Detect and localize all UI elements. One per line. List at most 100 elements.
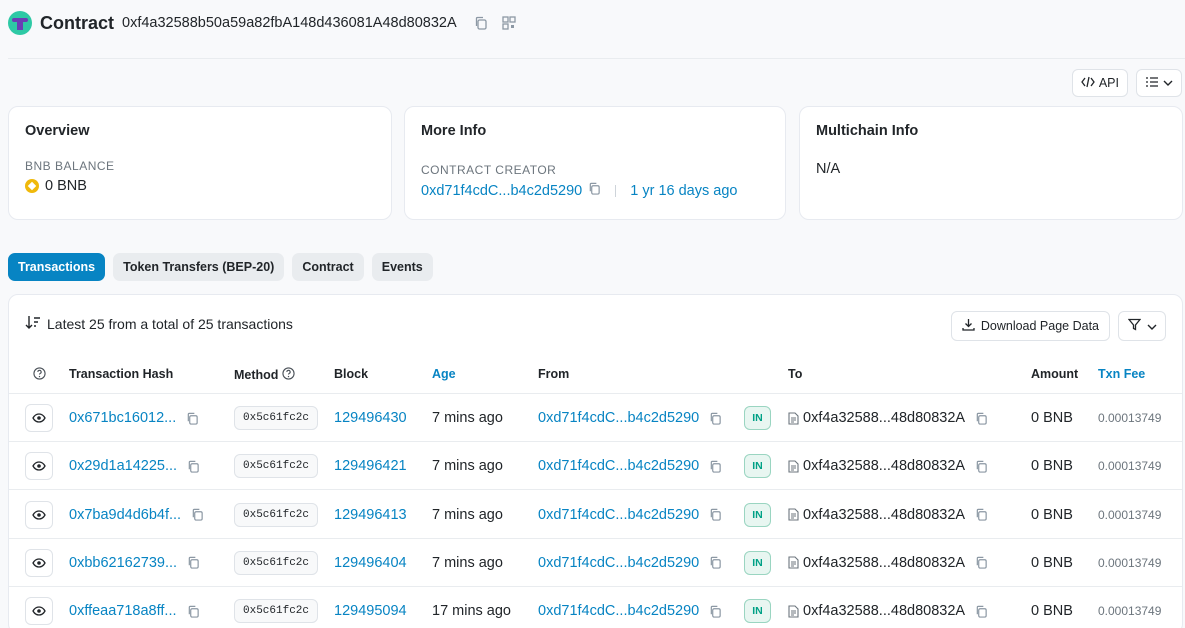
- divider: [615, 184, 617, 197]
- method-badge: 0x5c61fc2c: [234, 454, 318, 479]
- api-button[interactable]: API: [1071, 69, 1128, 97]
- creator-address-link[interactable]: 0xd71f4cdC...b4c2d5290: [421, 183, 582, 199]
- contract-logo-icon: [8, 11, 32, 35]
- tab-token-transfers[interactable]: Token Transfers (BEP-20): [113, 253, 285, 281]
- method-badge: 0x5c61fc2c: [234, 599, 318, 624]
- contract-address: 0xf4a32588b50a59a82fbA148d436081A48d8083…: [122, 15, 457, 31]
- txn-fee-value: 0.00013749: [1098, 555, 1162, 570]
- eye-icon[interactable]: [25, 452, 53, 481]
- table-row: 0x671bc16012... 0x5c61fc2c 129496430 7 m…: [9, 394, 1182, 442]
- contract-doc-icon: [788, 460, 799, 473]
- sort-icon[interactable]: [25, 315, 41, 332]
- more-options-button[interactable]: [1136, 69, 1182, 97]
- contract-doc-icon: [788, 508, 799, 521]
- table-row: 0x29d1a14225... 0x5c61fc2c 129496421 7 m…: [9, 442, 1182, 491]
- column-block: Block: [334, 367, 369, 381]
- copy-icon[interactable]: [709, 460, 722, 473]
- help-icon[interactable]: [33, 367, 46, 380]
- txn-fee-value: 0.00013749: [1098, 459, 1162, 474]
- multichain-title: Multichain Info: [816, 123, 919, 139]
- copy-icon[interactable]: [191, 508, 204, 521]
- txn-fee-value: 0.00013749: [1098, 411, 1162, 425]
- amount-value: 0 BNB: [1031, 458, 1073, 475]
- copy-icon[interactable]: [975, 508, 988, 521]
- tx-hash-link[interactable]: 0x7ba9d4d6b4f...: [69, 507, 181, 523]
- copy-icon[interactable]: [975, 412, 988, 425]
- tab-contract[interactable]: Contract: [292, 253, 364, 281]
- tx-hash-link[interactable]: 0x29d1a14225...: [69, 458, 177, 474]
- copy-icon[interactable]: [975, 605, 988, 618]
- to-address: 0xf4a32588...48d80832A: [803, 603, 966, 620]
- from-address-link[interactable]: 0xd71f4cdC...b4c2d5290: [538, 603, 699, 619]
- eye-icon[interactable]: [25, 548, 53, 577]
- table-row: 0xffeaa718a8ff... 0x5c61fc2c 129495094 1…: [9, 587, 1182, 628]
- copy-icon[interactable]: [709, 412, 722, 425]
- copy-icon[interactable]: [473, 15, 489, 31]
- qr-code-icon[interactable]: [501, 15, 517, 31]
- info-icon[interactable]: [282, 367, 296, 383]
- code-icon: [1081, 76, 1095, 91]
- tx-hash-link[interactable]: 0xbb62162739...: [69, 555, 177, 571]
- from-address-link[interactable]: 0xd71f4cdC...b4c2d5290: [538, 410, 699, 426]
- to-address: 0xf4a32588...48d80832A: [803, 410, 966, 426]
- filter-button[interactable]: [1118, 311, 1166, 341]
- more-info-title: More Info: [421, 123, 487, 139]
- contract-doc-icon: [788, 556, 799, 569]
- tx-age: 7 mins ago: [432, 458, 503, 475]
- block-link[interactable]: 129495094: [334, 603, 407, 619]
- tx-hash-link[interactable]: 0x671bc16012...: [69, 410, 176, 426]
- copy-icon[interactable]: [709, 508, 722, 521]
- from-address-link[interactable]: 0xd71f4cdC...b4c2d5290: [538, 555, 699, 571]
- copy-icon[interactable]: [187, 605, 200, 618]
- tx-hash-link[interactable]: 0xffeaa718a8ff...: [69, 603, 177, 619]
- copy-icon[interactable]: [975, 460, 988, 473]
- direction-badge: IN: [744, 599, 771, 624]
- copy-icon[interactable]: [187, 556, 200, 570]
- summary-text: Latest 25 from a total of 25 transaction…: [47, 315, 293, 332]
- copy-icon[interactable]: [186, 412, 199, 425]
- column-age[interactable]: Age: [432, 367, 456, 381]
- block-link[interactable]: 129496430: [334, 410, 407, 426]
- tx-age: 7 mins ago: [432, 554, 503, 571]
- column-amount: Amount: [1031, 367, 1079, 381]
- overview-title: Overview: [25, 123, 90, 139]
- eye-icon[interactable]: [25, 597, 53, 626]
- tx-age: 7 mins ago: [432, 410, 503, 426]
- copy-icon[interactable]: [709, 556, 722, 570]
- copy-icon[interactable]: [709, 605, 722, 618]
- column-hash: Transaction Hash: [69, 367, 174, 381]
- transactions-summary: Latest 25 from a total of 25 transaction…: [25, 315, 293, 332]
- contract-doc-icon: [788, 605, 799, 618]
- from-address-link[interactable]: 0xd71f4cdC...b4c2d5290: [538, 458, 699, 474]
- column-from: From: [538, 367, 570, 381]
- block-link[interactable]: 129496413: [334, 507, 407, 523]
- contract-doc-icon: [788, 411, 799, 425]
- txn-fee-value: 0.00013749: [1098, 507, 1162, 522]
- from-address-link[interactable]: 0xd71f4cdC...b4c2d5290: [538, 507, 699, 523]
- to-address: 0xf4a32588...48d80832A: [803, 554, 966, 571]
- amount-value: 0 BNB: [1031, 603, 1073, 620]
- copy-icon[interactable]: [187, 460, 200, 473]
- amount-value: 0 BNB: [1031, 554, 1073, 571]
- block-link[interactable]: 129496421: [334, 458, 407, 474]
- column-method: Method: [234, 367, 296, 383]
- eye-icon[interactable]: [25, 404, 53, 432]
- page-header: Contract 0xf4a32588b50a59a82fbA148d43608…: [0, 0, 1185, 46]
- transactions-panel: Latest 25 from a total of 25 transaction…: [8, 294, 1183, 628]
- eye-icon[interactable]: [25, 500, 53, 529]
- chevron-down-icon: [1163, 76, 1173, 90]
- block-link[interactable]: 129496404: [334, 555, 407, 571]
- method-badge: 0x5c61fc2c: [234, 502, 318, 527]
- method-badge: 0x5c61fc2c: [234, 406, 318, 430]
- to-address: 0xf4a32588...48d80832A: [803, 458, 966, 475]
- download-page-data-button[interactable]: Download Page Data: [950, 311, 1110, 341]
- method-badge: 0x5c61fc2c: [234, 550, 318, 575]
- creation-age-link[interactable]: 1 yr 16 days ago: [630, 183, 737, 199]
- tab-transactions[interactable]: Transactions: [8, 253, 106, 281]
- tab-events[interactable]: Events: [371, 253, 433, 281]
- column-fee[interactable]: Txn Fee: [1098, 367, 1145, 381]
- copy-icon[interactable]: [588, 182, 601, 199]
- copy-icon[interactable]: [975, 556, 988, 570]
- bnb-balance-label: BNB BALANCE: [25, 159, 115, 173]
- column-to: To: [788, 367, 803, 381]
